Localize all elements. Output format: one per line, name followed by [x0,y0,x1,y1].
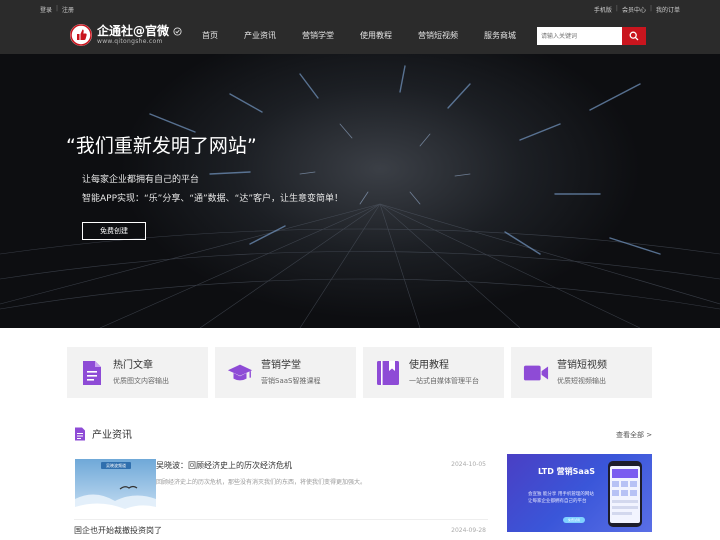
hero-tagline: 让每家企业都拥有自己的平台 [82,175,200,185]
feature-title: 营销短视频 [557,360,607,371]
utility-links: 手机版 | 会员中心 | 我的订单 [594,5,680,14]
verified-icon [173,26,182,36]
nav-service-mall[interactable]: 服务商城 [476,18,524,54]
main-nav: 首页 产业资讯 营销学堂 使用教程 营销短视频 服务商城 [194,18,534,54]
feature-title: 热门文章 [113,360,153,371]
register-link[interactable]: 注册 [62,5,74,14]
feature-cards: 热门文章 优质图文内容输出 营销学堂 营销SaaS智推课程 使用教程 一站式自媒… [67,347,652,398]
document-icon [75,427,85,440]
login-link[interactable]: 登录 [40,5,52,14]
feature-card-tutorials[interactable]: 使用教程 一站式自媒体管理平台 [363,347,504,398]
view-all-link[interactable]: 查看全部 > [616,430,652,440]
promo-line: 会宣独 能分享 用手机管理的网站 [528,492,594,497]
promo-button[interactable]: 免费试用 [563,517,585,523]
logo-title-text: 企通社@官微 [97,23,170,38]
feature-desc: 优质短视频输出 [557,377,606,385]
search-input[interactable] [537,27,622,45]
nav-industry-news[interactable]: 产业资讯 [236,18,284,54]
feature-title: 营销学堂 [261,360,301,371]
thumbnail-caption: 吴晓波频道 [106,463,126,468]
search-box [537,27,646,45]
feature-title: 使用教程 [409,360,449,371]
feature-card-short-videos[interactable]: 营销短视频 优质短视频输出 [511,347,652,398]
hero-banner: “我们重新发明了网站” 让每家企业都拥有自己的平台 智能APP实现：“乐”分享、… [0,54,720,328]
phone-mockup-graphic [608,461,642,527]
member-center-link[interactable]: 会员中心 [622,5,646,14]
search-button[interactable] [622,27,646,45]
promo-banner[interactable]: LTD 营销SaaS 会宣独 能分享 用手机管理的网站 让每家企业都拥有自己的平… [507,454,652,532]
news-title[interactable]: 吴晓波：回顾经济史上的历次经济危机 [156,460,292,471]
nav-short-videos[interactable]: 营销短视频 [410,18,466,54]
hero-description: 智能APP实现：“乐”分享、“通”数据、“达”客户，让生意变简单！ [82,194,343,204]
nav-marketing-school[interactable]: 营销学堂 [294,18,342,54]
separator: | [649,5,652,12]
search-icon [629,31,639,41]
nav-home[interactable]: 首页 [194,18,226,54]
promo-brand: LTD 营销SaaS [538,467,595,476]
top-bar: 登录 | 注册 手机版 | 会员中心 | 我的订单 [0,0,720,18]
video-camera-icon [523,360,549,386]
news-title[interactable]: 国企也开始裁撤投资岗了 [74,525,162,536]
logo-url: www.qitongshe.com [97,37,163,45]
feature-desc: 营销SaaS智推课程 [261,377,321,385]
account-links: 登录 | 注册 [40,5,74,14]
free-create-button[interactable]: 免费创建 [82,222,146,240]
separator: | [615,5,618,12]
separator: | [56,5,59,12]
section-header: 产业资讯 [74,426,132,441]
feature-card-hot-articles[interactable]: 热门文章 优质图文内容输出 [67,347,208,398]
document-icon [79,360,105,386]
logo-title: 企通社@官微 [97,23,182,38]
feature-desc: 一站式自媒体管理平台 [409,377,479,385]
news-item[interactable]: 吴晓波频道 吴晓波：回顾经济史上的历次经济危机 回顾经济史上的历次危机，那些没有… [74,459,488,519]
news-date: 2024-10-05 [451,461,486,468]
news-excerpt: 回顾经济史上的历次危机，那些没有消灭我们的东西，将使我们变得更加强大。 [156,479,367,486]
nav-tutorials[interactable]: 使用教程 [352,18,400,54]
mobile-link[interactable]: 手机版 [594,5,612,14]
my-orders-link[interactable]: 我的订单 [656,5,680,14]
hero-headline: “我们重新发明了网站” [66,135,257,157]
news-item[interactable]: 国企也开始裁撤投资岗了 2024-09-28 [74,519,488,539]
site-logo[interactable]: 企通社@官微 www.qitongshe.com [70,24,182,46]
thumbs-up-logo-icon [70,24,92,46]
feature-desc: 优质图文内容输出 [113,377,169,385]
news-date: 2024-09-28 [451,527,486,534]
feature-card-marketing-school[interactable]: 营销学堂 营销SaaS智推课程 [215,347,356,398]
news-thumbnail[interactable]: 吴晓波频道 [75,459,156,518]
promo-button-label: 免费试用 [567,518,580,522]
promo-line: 让每家企业都拥有自己的平台 [528,499,587,504]
graduation-cap-icon [227,360,253,386]
site-header: 企通社@官微 www.qitongshe.com 首页 产业资讯 营销学堂 使用… [0,18,720,54]
section-title: 产业资讯 [92,430,132,441]
book-icon [375,360,401,386]
